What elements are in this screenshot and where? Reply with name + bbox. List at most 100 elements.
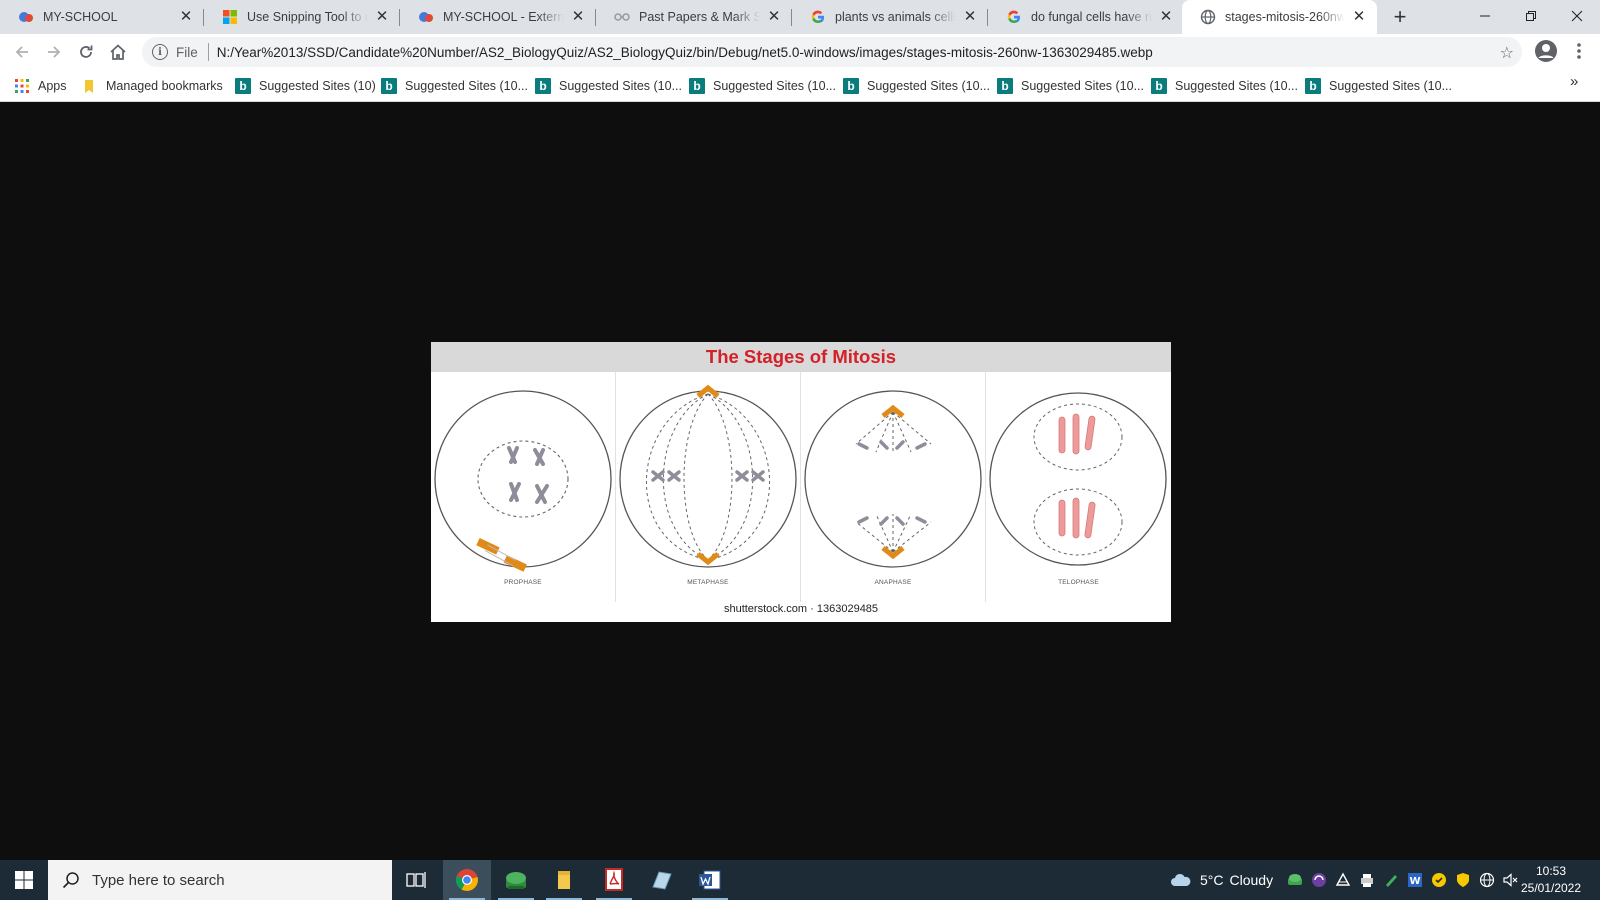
search-icon (62, 872, 79, 889)
tab-external-sites[interactable]: MY-SCHOOL - External Sites ✕ (400, 0, 596, 34)
bookmark-suggested-sites[interactable]: b Suggested Sites (10... (997, 76, 1144, 96)
bookmark-suggested-sites[interactable]: b Suggested Sites (10... (689, 76, 836, 96)
tray-network-drive-icon[interactable] (1335, 872, 1351, 888)
my-school-icon (418, 9, 434, 25)
google-icon (810, 9, 826, 25)
microsoft-icon (222, 9, 238, 25)
tab-title: stages-mitosis-260nw-1363029485 (1225, 10, 1345, 24)
tab-title: plants vs animals cells venn (835, 10, 956, 24)
tray-network-globe-icon[interactable] (1479, 872, 1495, 888)
home-button[interactable] (104, 38, 132, 66)
weather-widget[interactable]: 5°C Cloudy (1170, 860, 1273, 900)
tray-security-icon[interactable] (1455, 872, 1471, 888)
windows-logo-icon (15, 871, 33, 889)
image-title-bar: The Stages of Mitosis (431, 342, 1171, 372)
close-tab-icon[interactable]: ✕ (374, 9, 390, 25)
folder-icon (85, 80, 93, 93)
telophase-cell (989, 392, 1167, 566)
tray-pen-icon[interactable] (1383, 872, 1399, 888)
bing-icon: b (843, 78, 859, 94)
bing-icon: b (535, 78, 551, 94)
start-button[interactable] (0, 860, 48, 900)
bookmark-suggested-sites[interactable]: b Suggested Sites (10... (1151, 76, 1298, 96)
bookmarks-bar: Apps Managed bookmarks b Suggested Sites … (0, 70, 1600, 102)
tab-my-school[interactable]: MY-SCHOOL ✕ (0, 0, 204, 34)
tab-title: Past Papers & Mark Schemes (639, 10, 760, 24)
taskbar-paint[interactable] (638, 860, 686, 900)
bookmark-suggested-sites[interactable]: b Suggested Sites (10... (381, 76, 528, 96)
close-tab-icon[interactable]: ✕ (1158, 9, 1174, 25)
bookmark-suggested-sites[interactable]: b Suggested Sites (10... (843, 76, 990, 96)
tab-stages-mitosis[interactable]: stages-mitosis-260nw-1363029485 ✕ (1182, 0, 1377, 34)
forward-button[interactable] (40, 38, 68, 66)
taskbar-word[interactable] (686, 860, 734, 900)
bookmark-label: Suggested Sites (10... (559, 79, 682, 93)
forward-arrow-icon (48, 46, 61, 58)
taskbar-acrobat[interactable] (590, 860, 638, 900)
close-tab-icon[interactable]: ✕ (766, 9, 782, 25)
tray-norton-icon[interactable] (1431, 872, 1447, 888)
taskbar-search-box[interactable]: Type here to search (48, 860, 392, 900)
tab-past-papers[interactable]: Past Papers & Mark Schemes ✕ (596, 0, 792, 34)
site-info-icon[interactable]: i (152, 44, 168, 60)
bing-icon: b (381, 78, 397, 94)
bookmark-label: Suggested Sites (10... (867, 79, 990, 93)
mitosis-image: The Stages of Mitosis PROPHASE METAPHASE… (431, 342, 1171, 622)
bookmark-managed[interactable]: Managed bookmarks (82, 76, 223, 96)
anaphase-cell (804, 390, 982, 568)
acrobat-icon (605, 868, 623, 891)
task-view-button[interactable] (392, 860, 440, 900)
chrome-icon (455, 869, 478, 891)
menu-kebab-icon[interactable] (1574, 41, 1584, 61)
taskbar-onedrive[interactable] (492, 860, 540, 900)
tab-fungal-cells[interactable]: do fungal cells have ribosomes ✕ (988, 0, 1184, 34)
bookmark-suggested-sites[interactable]: b Suggested Sites (10... (535, 76, 682, 96)
weather-temp: 5°C (1200, 872, 1224, 888)
taskbar-file-explorer[interactable] (540, 860, 588, 900)
tray-onedrive-icon[interactable] (1287, 872, 1303, 888)
profile-avatar-icon[interactable] (1534, 39, 1558, 63)
close-tab-icon[interactable]: ✕ (178, 9, 194, 25)
reload-button[interactable] (72, 38, 100, 66)
tab-plants-animals[interactable]: plants vs animals cells venn ✕ (792, 0, 988, 34)
apps-grid-icon (15, 79, 29, 93)
close-tab-icon[interactable]: ✕ (1351, 9, 1367, 25)
tray-printer-icon[interactable] (1359, 872, 1375, 888)
bookmark-label: Suggested Sites (10... (405, 79, 528, 93)
taskbar-chrome[interactable] (443, 860, 491, 900)
clock-date: 25/01/2022 (1520, 881, 1582, 895)
bookmark-label: Suggested Sites (10... (1175, 79, 1298, 93)
bookmark-suggested-sites[interactable]: b Suggested Sites (10) (235, 76, 376, 96)
more-bookmarks-chevron-icon[interactable]: » (1570, 73, 1578, 90)
bing-icon: b (1305, 78, 1321, 94)
bing-icon: b (689, 78, 705, 94)
my-school-icon (18, 9, 34, 25)
restore-button[interactable] (1508, 0, 1554, 32)
tray-sync-icon[interactable] (1311, 872, 1327, 888)
browser-toolbar: i File N:/Year%2013/SSD/Candidate%20Numb… (0, 34, 1600, 70)
tab-snipping-tool[interactable]: Use Snipping Tool to capture ✕ (204, 0, 400, 34)
tray-word-icon[interactable]: W (1407, 872, 1423, 888)
tab-strip: MY-SCHOOL ✕ Use Snipping Tool to capture… (0, 0, 1600, 34)
minimize-button[interactable] (1462, 0, 1508, 32)
metaphase-cell (619, 384, 797, 568)
url-text[interactable]: N:/Year%2013/SSD/Candidate%20Number/AS2_… (217, 45, 1153, 60)
tab-title: MY-SCHOOL (43, 10, 118, 24)
back-arrow-icon (15, 46, 28, 58)
onedrive-icon (506, 872, 526, 889)
bookmark-suggested-sites[interactable]: b Suggested Sites (10... (1305, 76, 1452, 96)
bookmark-apps[interactable]: Apps (14, 76, 67, 96)
new-tab-button[interactable]: + (1386, 3, 1414, 31)
back-button[interactable] (8, 38, 36, 66)
close-window-button[interactable] (1554, 0, 1600, 32)
close-tab-icon[interactable]: ✕ (962, 9, 978, 25)
svg-text:W: W (1409, 876, 1420, 887)
taskbar-clock[interactable]: 10:53 25/01/2022 (1516, 863, 1586, 897)
mitosis-diagram: PROPHASE METAPHASE ANAPHASE TELOPHASE (431, 372, 1171, 602)
tab-title: do fungal cells have ribosomes (1031, 10, 1152, 24)
bookmark-star-icon[interactable]: ☆ (1500, 43, 1514, 63)
bookmark-label: Managed bookmarks (106, 79, 223, 93)
reload-icon (80, 45, 93, 58)
address-bar[interactable]: i File N:/Year%2013/SSD/Candidate%20Numb… (142, 37, 1522, 67)
close-tab-icon[interactable]: ✕ (570, 9, 586, 25)
